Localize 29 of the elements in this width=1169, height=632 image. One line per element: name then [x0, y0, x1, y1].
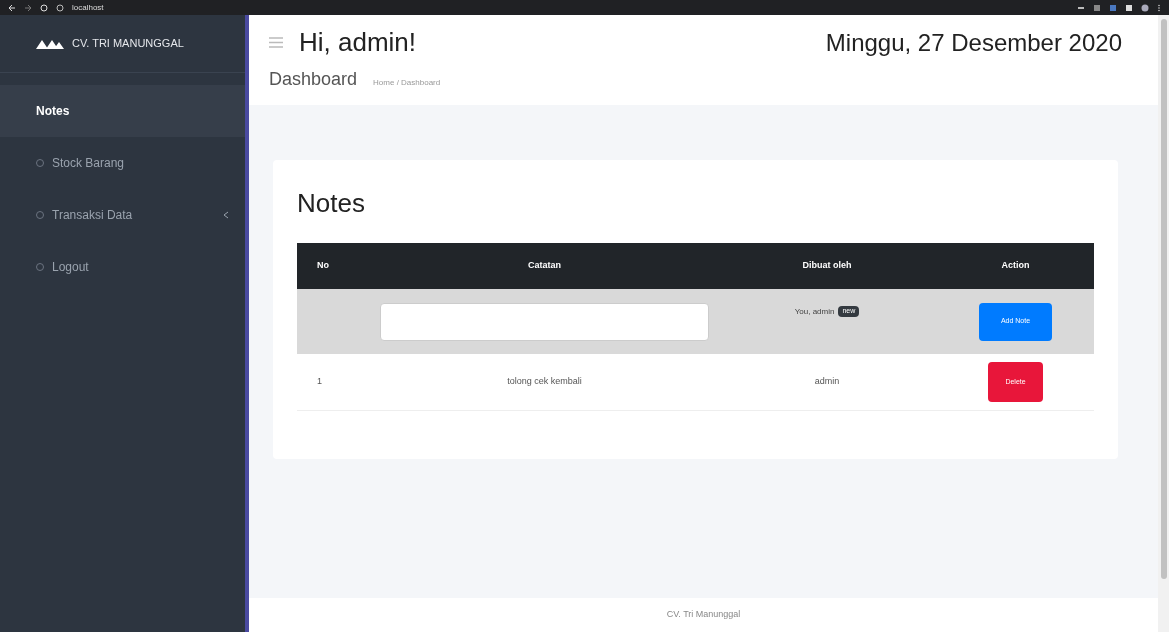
card-title: Notes: [297, 187, 366, 220]
table-cell-text: tolong cek kembali: [506, 375, 583, 389]
more-icon[interactable]: [1157, 3, 1161, 12]
page-title: Dashboard: [269, 68, 358, 91]
sidebar-item[interactable]: Notes: [0, 85, 245, 137]
footer-text: CV. Tri Manunggal: [666, 608, 741, 622]
table-cell-text: admin: [813, 375, 841, 389]
reload-icon[interactable]: [40, 3, 48, 12]
breadcrumb[interactable]: Home / Dashboard: [373, 77, 441, 89]
table-cell-text: 1: [316, 375, 323, 389]
author-text: You, admin: [794, 305, 835, 318]
column-header: Action: [1000, 259, 1031, 273]
sidebar-item[interactable]: Stock Barang: [0, 137, 245, 189]
forward-icon[interactable]: [24, 3, 32, 12]
chevron-icon: [223, 211, 229, 219]
column-header: No: [316, 259, 330, 273]
brand-name: CV. TRI MANUNGGAL: [72, 36, 184, 52]
note-input[interactable]: [380, 302, 709, 341]
back-icon[interactable]: [8, 3, 16, 12]
sidebar-item[interactable]: Transaksi Data: [0, 189, 245, 241]
address-text[interactable]: localhost: [72, 1, 104, 14]
column-header: Catatan: [527, 259, 562, 273]
column-header: Dibuat oleh: [801, 259, 853, 273]
date-text: Minggu, 27 Desember 2020: [825, 27, 1123, 58]
scrollbar-thumb[interactable]: [1160, 19, 1167, 579]
sidebar-item[interactable]: Logout: [0, 241, 245, 293]
logo-icon: [36, 38, 64, 49]
greeting-text: Hi, admin!: [299, 26, 417, 59]
avatar-icon[interactable]: [1141, 3, 1149, 12]
